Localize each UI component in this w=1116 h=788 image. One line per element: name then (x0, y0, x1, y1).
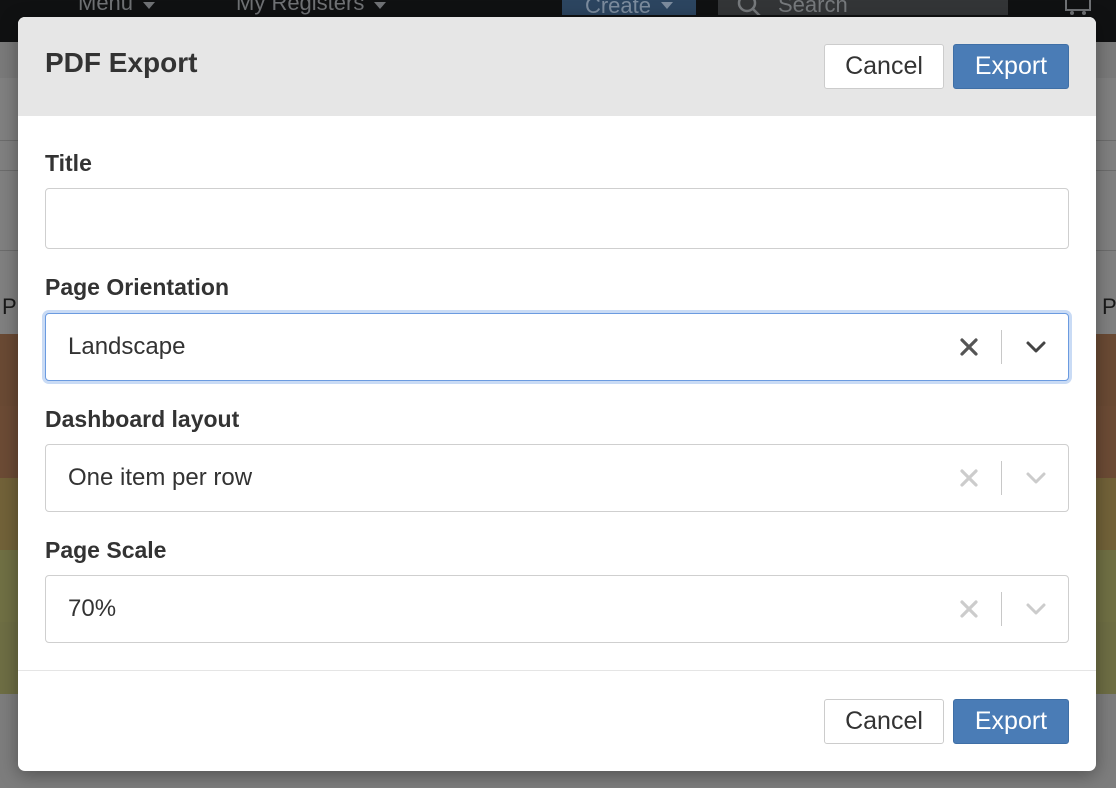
chevron-down-icon[interactable] (1024, 597, 1048, 621)
footer-export-button[interactable]: Export (953, 699, 1069, 744)
column-header-fragment: P (2, 294, 17, 319)
column-header-fragment: P (1102, 294, 1116, 319)
title-label: Title (45, 150, 92, 176)
select-separator (1001, 592, 1002, 626)
chevron-down-icon[interactable] (1024, 335, 1048, 359)
page-scale-label: Page Scale (45, 537, 167, 563)
chevron-down-icon[interactable] (1024, 466, 1048, 490)
close-icon[interactable] (958, 467, 980, 489)
nav-search-box[interactable]: Search (718, 0, 1008, 15)
page-scale-select[interactable]: 70% (45, 575, 1069, 643)
nav-create-button[interactable]: Create (562, 0, 696, 15)
caret-down-icon (143, 1, 156, 9)
select-separator (1001, 330, 1002, 364)
caret-down-icon (374, 1, 387, 9)
page-scale-value: 70% (68, 595, 117, 622)
close-icon[interactable] (958, 598, 980, 620)
footer-cancel-button[interactable]: Cancel (824, 699, 944, 744)
search-placeholder: Search (778, 0, 848, 15)
title-input[interactable] (45, 188, 1069, 249)
page-orientation-label: Page Orientation (45, 274, 230, 300)
nav-create-label: Create (584, 0, 652, 15)
header-cancel-button[interactable]: Cancel (824, 44, 944, 89)
footer-divider (18, 670, 1096, 671)
cart-icon[interactable] (1062, 0, 1096, 16)
dialog-title: PDF Export (45, 47, 198, 78)
header-export-button[interactable]: Export (953, 44, 1069, 89)
search-icon (737, 0, 761, 15)
dashboard-layout-value: One item per row (68, 464, 253, 491)
page-orientation-select[interactable]: Landscape (45, 313, 1069, 381)
nav-menu[interactable]: Menu (78, 0, 156, 16)
select-separator (1001, 461, 1002, 495)
page-orientation-value: Landscape (68, 333, 186, 360)
caret-down-icon (661, 2, 674, 9)
close-icon[interactable] (958, 336, 980, 358)
pdf-export-dialog: PDF Export Cancel Export Title Page Orie… (18, 17, 1096, 771)
dashboard-layout-label: Dashboard layout (45, 406, 240, 432)
nav-menu-label: Menu (78, 0, 134, 15)
nav-my-registers[interactable]: My Registers (236, 0, 387, 16)
dashboard-layout-select[interactable]: One item per row (45, 444, 1069, 512)
dialog-header: PDF Export Cancel Export (18, 17, 1096, 116)
nav-registers-label: My Registers (236, 0, 365, 15)
